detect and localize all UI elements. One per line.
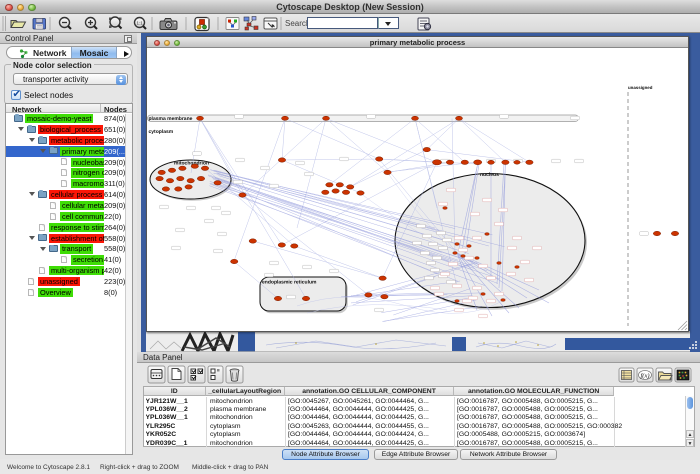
svg-text:cytoplasm: cytoplasm <box>149 129 174 135</box>
svg-text:1:1: 1:1 <box>137 21 144 26</box>
svg-text:unassigned: unassigned <box>628 85 653 90</box>
svg-text:nucleus: nucleus <box>480 172 499 178</box>
svg-text:endoplasmic reticulum: endoplasmic reticulum <box>262 280 317 286</box>
svg-text:f(x): f(x) <box>641 373 650 380</box>
svg-text:plasma membrane: plasma membrane <box>149 116 193 122</box>
